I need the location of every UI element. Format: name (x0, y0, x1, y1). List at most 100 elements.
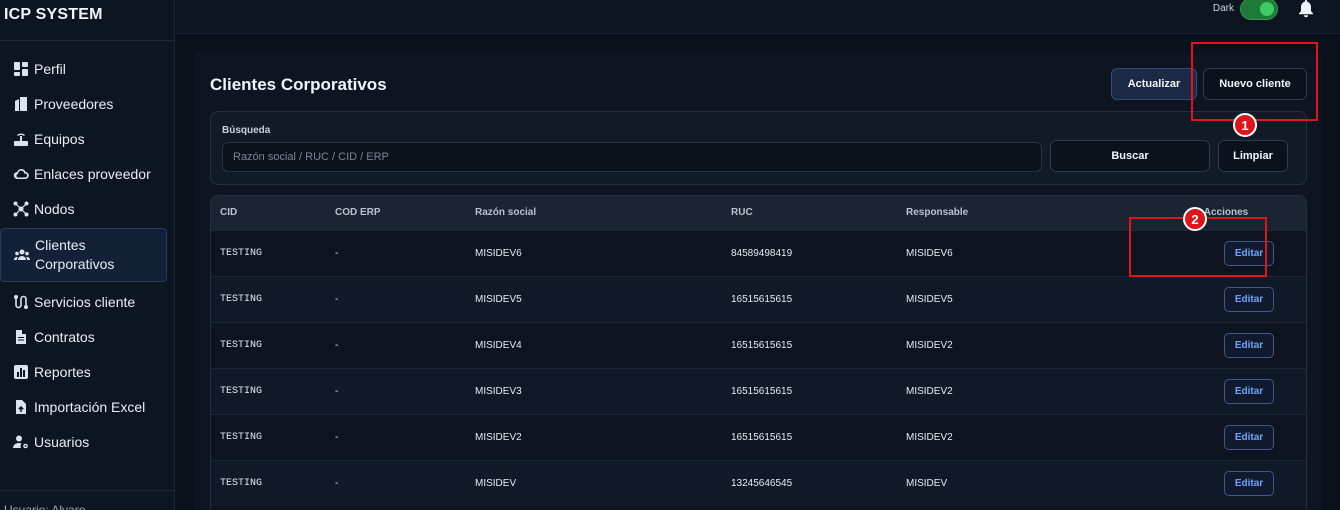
table-row: TESTING - MISIDEV3 16515615615 MISIDEV2 … (211, 368, 1306, 414)
cell-acciones: Editar (1146, 276, 1306, 322)
page-title: Clientes Corporativos (210, 75, 387, 94)
sidebar-item-label: Perfil (34, 60, 66, 77)
sidebar-item-importacion[interactable]: Importación Excel (0, 389, 174, 424)
users-icon (12, 247, 31, 263)
edit-button[interactable]: Editar (1224, 332, 1274, 358)
sidebar-item-reportes[interactable]: Reportes (0, 354, 174, 389)
sidebar-item-perfil[interactable]: Perfil (0, 51, 174, 86)
cell-ruc: 13245646545 (731, 477, 793, 489)
chart-icon (11, 364, 30, 380)
sidebar-item-contratos[interactable]: Contratos (0, 319, 174, 354)
edit-button[interactable]: Editar (1224, 378, 1274, 404)
cell-cod-erp: - (335, 339, 339, 351)
cell-responsable: MISIDEV5 (906, 293, 953, 305)
dashboard-icon (11, 61, 30, 77)
search-panel: Búsqueda Buscar Limpiar (210, 111, 1307, 185)
main-content: Clientes Corporativos Actualizar Nuevo c… (195, 52, 1322, 510)
current-user: Usuario: Alvaro (0, 490, 174, 510)
search-label: Búsqueda (222, 125, 271, 136)
cell-razon-social: MISIDEV (475, 477, 517, 489)
cell-responsable: MISIDEV2 (906, 339, 953, 351)
network-icon (11, 201, 30, 217)
cell-razon-social: MISIDEV5 (475, 293, 522, 305)
cell-cod-erp: - (335, 477, 339, 489)
header-cid[interactable]: CID (211, 196, 335, 230)
cell-acciones: Editar (1146, 414, 1306, 460)
brand-title: ICP SYSTEM (0, 0, 174, 41)
sidebar-item-label: Servicios cliente (34, 293, 136, 310)
annotation-box-1 (1191, 42, 1318, 121)
sidebar-item-equipos[interactable]: Equipos (0, 121, 174, 156)
cell-cod-erp: - (335, 431, 339, 443)
cell-responsable: MISIDEV6 (906, 247, 953, 259)
router-icon (11, 131, 30, 147)
sidebar-item-proveedores[interactable]: Proveedores (0, 86, 174, 121)
user-gear-icon (11, 434, 30, 450)
cell-acciones: Editar (1146, 368, 1306, 414)
cell-ruc: 84589498419 (731, 247, 793, 259)
file-upload-icon (11, 399, 30, 415)
cell-cod-erp: - (335, 247, 339, 259)
cell-cid: TESTING (220, 477, 263, 489)
cell-razon-social: MISIDEV4 (475, 339, 522, 351)
cell-razon-social: MISIDEV3 (475, 385, 522, 397)
edit-button[interactable]: Editar (1224, 470, 1274, 496)
theme-label: Dark (1212, 3, 1234, 14)
sidebar-item-usuarios[interactable]: Usuarios (0, 424, 174, 459)
cell-ruc: 16515615615 (731, 293, 793, 305)
cell-cod-erp: - (335, 385, 339, 397)
cell-razon-social: MISIDEV6 (475, 247, 522, 259)
table-row: TESTING - MISIDEV4 16515615615 MISIDEV2 … (211, 322, 1306, 368)
annotation-badge-1: 1 (1233, 113, 1257, 137)
route-icon (11, 294, 30, 310)
cell-cid: TESTING (220, 431, 263, 443)
cell-cid: TESTING (220, 247, 263, 259)
sidebar-nav: Perfil Proveedores Equipos Enlaces prove… (0, 41, 174, 459)
cell-responsable: MISIDEV (906, 477, 948, 489)
cell-ruc: 16515615615 (731, 431, 793, 443)
file-icon (11, 329, 30, 345)
sidebar-item-label: Nodos (34, 200, 75, 217)
search-input[interactable] (222, 142, 1042, 172)
top-bar: Dark (176, 0, 1340, 34)
header-cod-erp[interactable]: COD ERP (335, 196, 475, 230)
sidebar: ICP SYSTEM Perfil Proveedores Equipos En… (0, 0, 175, 510)
sidebar-item-clientes[interactable]: Clientes Corporativos (0, 228, 167, 282)
cloud-icon (11, 166, 30, 182)
sidebar-item-label: Usuarios (34, 433, 90, 450)
annotation-badge-2: 2 (1183, 207, 1207, 231)
update-button[interactable]: Actualizar (1111, 68, 1197, 100)
sidebar-item-servicios[interactable]: Servicios cliente (0, 284, 174, 319)
sidebar-item-enlaces[interactable]: Enlaces proveedor (0, 156, 174, 191)
notifications-bell-icon[interactable] (1298, 0, 1314, 18)
dark-mode-toggle[interactable] (1240, 0, 1278, 20)
cell-acciones: Editar (1146, 460, 1306, 506)
sidebar-item-label: Equipos (34, 130, 85, 147)
sidebar-item-label: Contratos (34, 328, 95, 345)
edit-button[interactable]: Editar (1224, 286, 1274, 312)
cell-ruc: 16515615615 (731, 385, 793, 397)
sidebar-item-label: Enlaces proveedor (34, 165, 151, 182)
sidebar-item-label: Clientes Corporativos (35, 237, 115, 272)
cell-razon-social: MISIDEV2 (475, 431, 522, 443)
cell-responsable: MISIDEV2 (906, 431, 953, 443)
sidebar-item-label: Proveedores (34, 95, 114, 112)
clear-button[interactable]: Limpiar (1218, 140, 1288, 172)
header-responsable[interactable]: Responsable (906, 196, 1146, 230)
sidebar-item-label: Reportes (34, 363, 91, 380)
cell-cid: TESTING (220, 339, 263, 351)
table-row: TESTING - MISIDEV 13245646545 MISIDEV Ed… (211, 460, 1306, 506)
building-icon (11, 96, 30, 112)
cell-ruc: 16515615615 (731, 339, 793, 351)
cell-responsable: MISIDEV2 (906, 385, 953, 397)
cell-cid: TESTING (220, 385, 263, 397)
cell-acciones: Editar (1146, 322, 1306, 368)
header-razon-social[interactable]: Razón social (475, 196, 731, 230)
search-button[interactable]: Buscar (1050, 140, 1210, 172)
sidebar-item-nodos[interactable]: Nodos (0, 191, 174, 226)
cell-cod-erp: - (335, 293, 339, 305)
header-ruc[interactable]: RUC (731, 196, 906, 230)
edit-button[interactable]: Editar (1224, 424, 1274, 450)
cell-cid: TESTING (220, 293, 263, 305)
table-row: TESTING - MISIDEV2 16515615615 MISIDEV2 … (211, 414, 1306, 460)
